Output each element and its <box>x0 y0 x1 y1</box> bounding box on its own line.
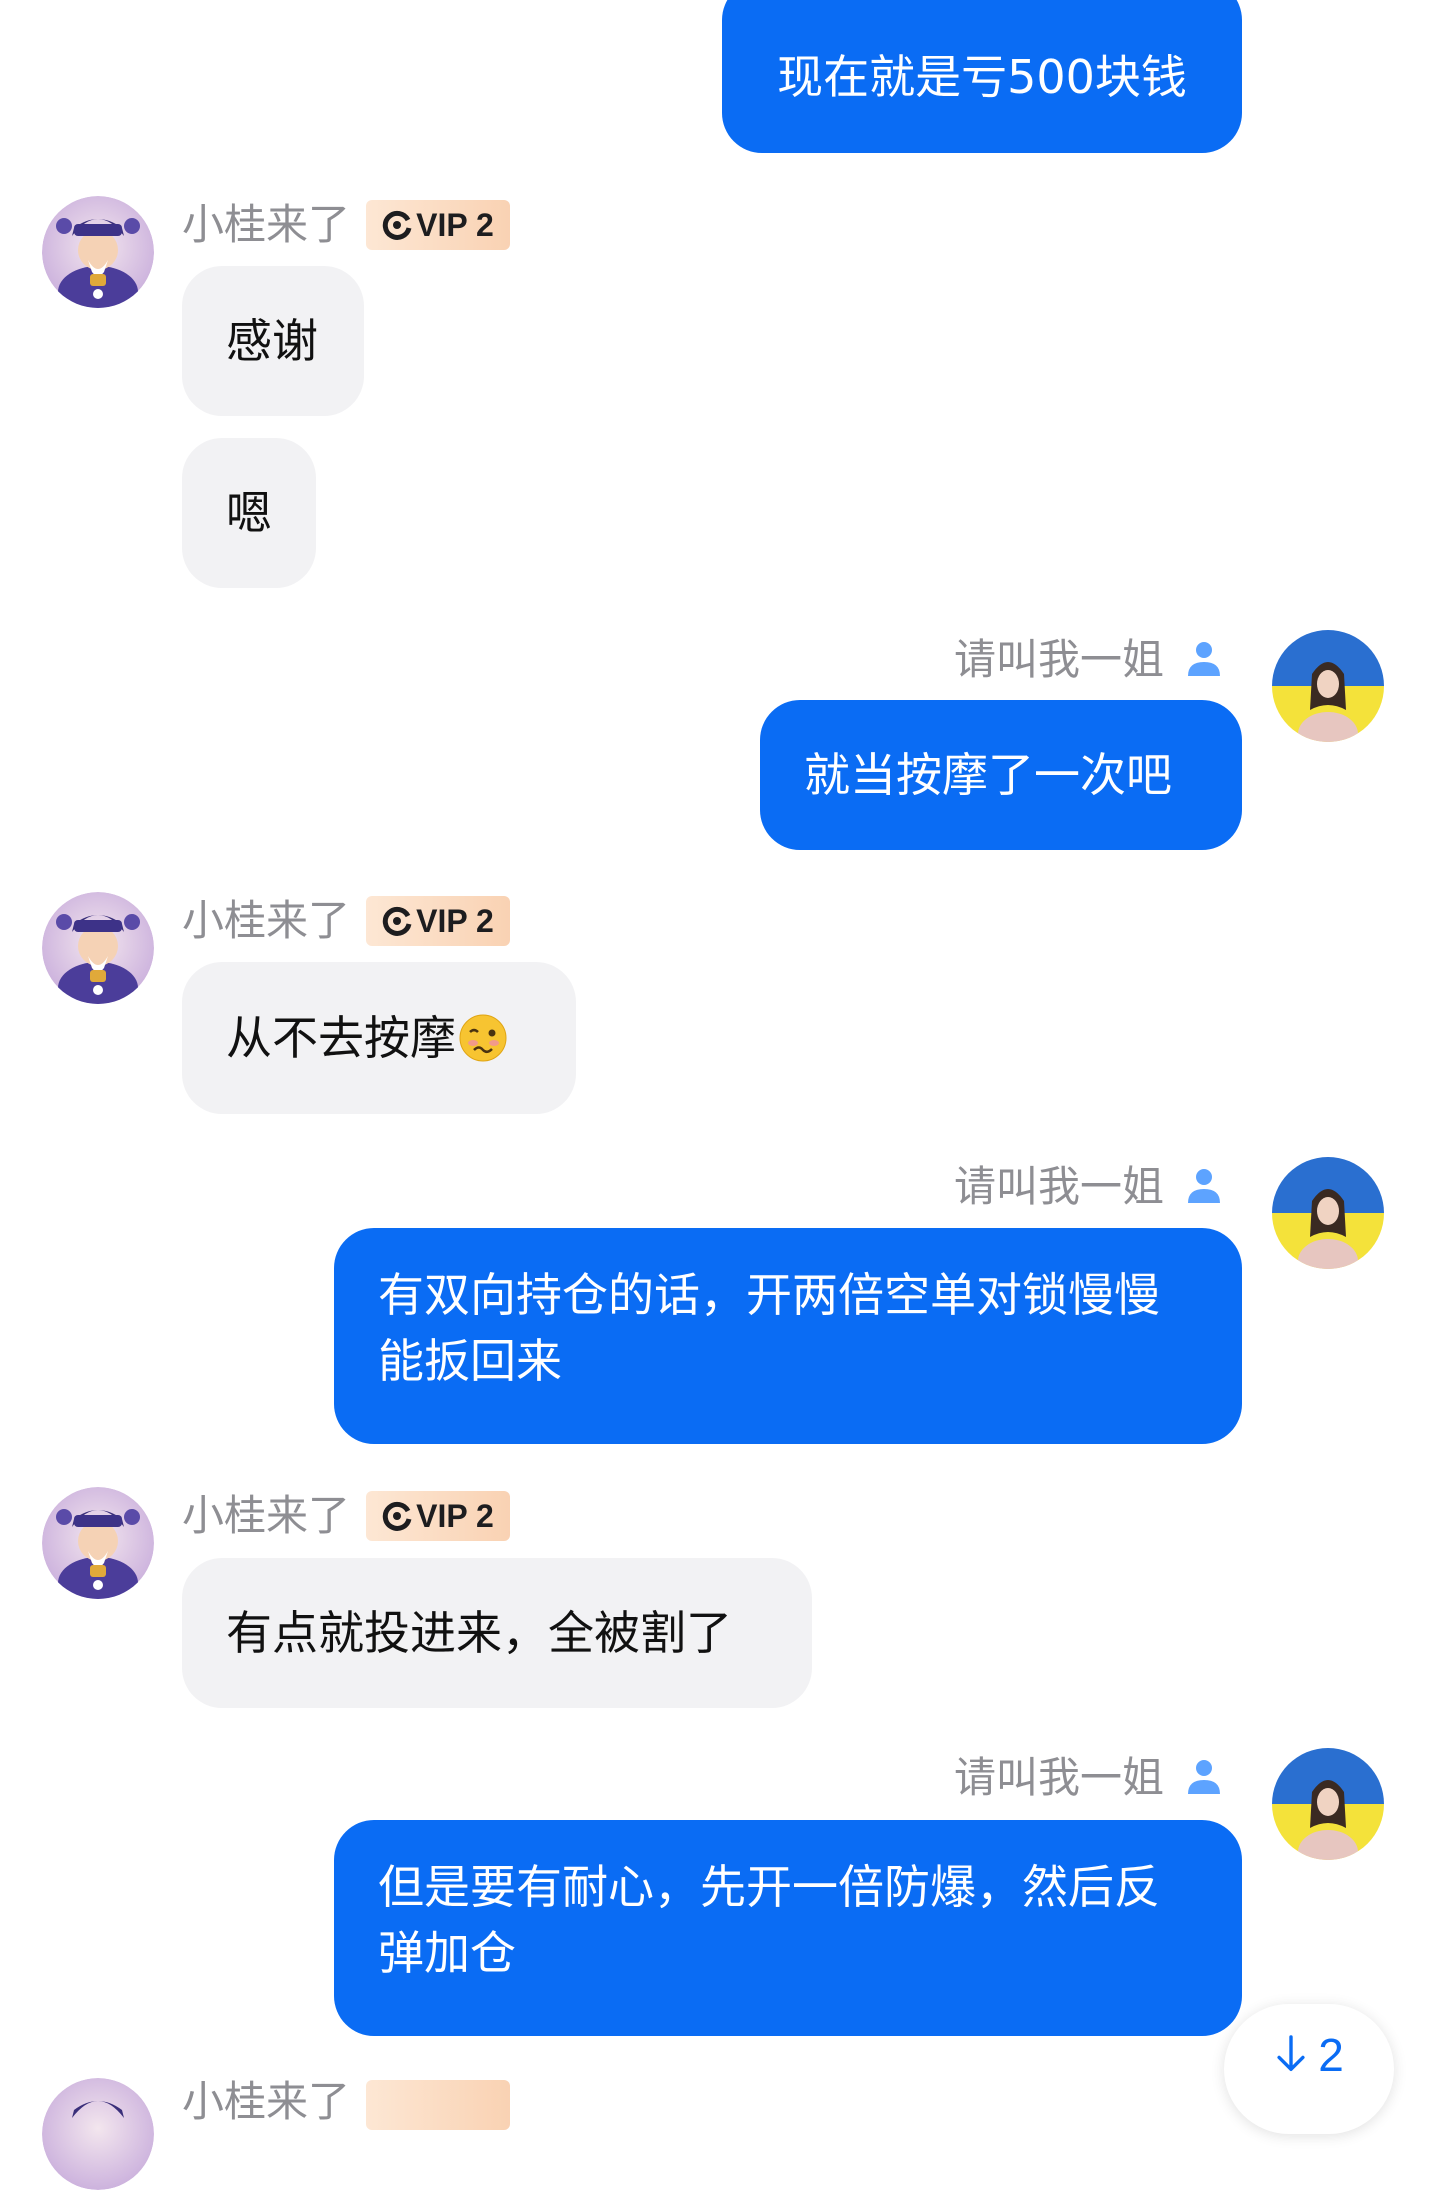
message-bubble[interactable]: 有点就投进来，全被割了 <box>182 1558 812 1708</box>
woman-photo-avatar[interactable] <box>1272 630 1384 742</box>
message-bubble[interactable]: 从不去按摩 <box>182 962 576 1114</box>
message-text: 感谢 <box>226 314 318 368</box>
unread-count: 2 <box>1318 2029 1344 2081</box>
message-bubble[interactable]: 现在就是亏500块钱 <box>722 0 1242 153</box>
vip-logo-icon <box>383 1501 412 1531</box>
sender-name: 小桂来了 <box>182 1491 351 1540</box>
message-bubble[interactable]: 嗯 <box>182 438 316 588</box>
message-text: 有点就投进来，全被割了 <box>226 1606 732 1660</box>
message-text: 从不去按摩 <box>226 1011 456 1065</box>
sender-name: 小桂来了 <box>182 896 351 945</box>
message-bubble[interactable]: 但是要有耐心，先开一倍防爆，然后反弹加仓 <box>334 1820 1242 2036</box>
vip-badge: VIP 2 <box>366 896 510 946</box>
arrow-down-icon <box>1277 2035 1305 2071</box>
message-text: 就当按摩了一次吧 <box>804 748 1172 802</box>
person-icon <box>1188 642 1220 676</box>
woman-photo-avatar[interactable] <box>1272 1748 1384 1860</box>
vip-badge: VIP 2 <box>366 1491 510 1541</box>
woozy-face-icon <box>459 1014 507 1062</box>
sender-name: 请叫我一姐 <box>954 1162 1165 1211</box>
message-text: 有双向持仓的话，开两倍空单对锁慢慢能扳回来 <box>378 1268 1160 1388</box>
message-text: 嗯 <box>226 486 272 540</box>
vip-logo-icon <box>383 210 412 240</box>
message-text: 但是要有耐心，先开一倍防爆，然后反弹加仓 <box>378 1860 1160 1980</box>
god-of-wealth-avatar[interactable] <box>42 196 154 308</box>
sender-name: 请叫我一姐 <box>954 635 1165 684</box>
message-text: 现在就是亏500块钱 <box>777 49 1187 104</box>
person-icon <box>1188 1760 1220 1794</box>
god-of-wealth-avatar[interactable] <box>42 892 154 1004</box>
sender-name: 小桂来了 <box>182 2077 351 2126</box>
person-icon <box>1188 1169 1220 1203</box>
sender-name: 请叫我一姐 <box>954 1753 1165 1802</box>
message-bubble[interactable]: 有双向持仓的话，开两倍空单对锁慢慢能扳回来 <box>334 1228 1242 1444</box>
message-bubble[interactable]: 就当按摩了一次吧 <box>760 700 1242 850</box>
message-bubble[interactable]: 感谢 <box>182 266 364 416</box>
scroll-to-bottom-button[interactable]: 2 <box>1224 2004 1394 2134</box>
vip-badge: VIP 2 <box>366 200 510 250</box>
vip-logo-icon <box>383 906 412 936</box>
sender-name: 小桂来了 <box>182 200 351 249</box>
vip-badge <box>366 2080 510 2130</box>
god-of-wealth-avatar[interactable] <box>42 1487 154 1599</box>
chat-thread: 现在就是亏500块钱 小桂来了 VIP 2 感谢 嗯 请叫我一姐 就当按摩了一次… <box>0 0 1440 2190</box>
woman-photo-avatar[interactable] <box>1272 1157 1384 1269</box>
god-of-wealth-avatar[interactable] <box>42 2078 154 2190</box>
